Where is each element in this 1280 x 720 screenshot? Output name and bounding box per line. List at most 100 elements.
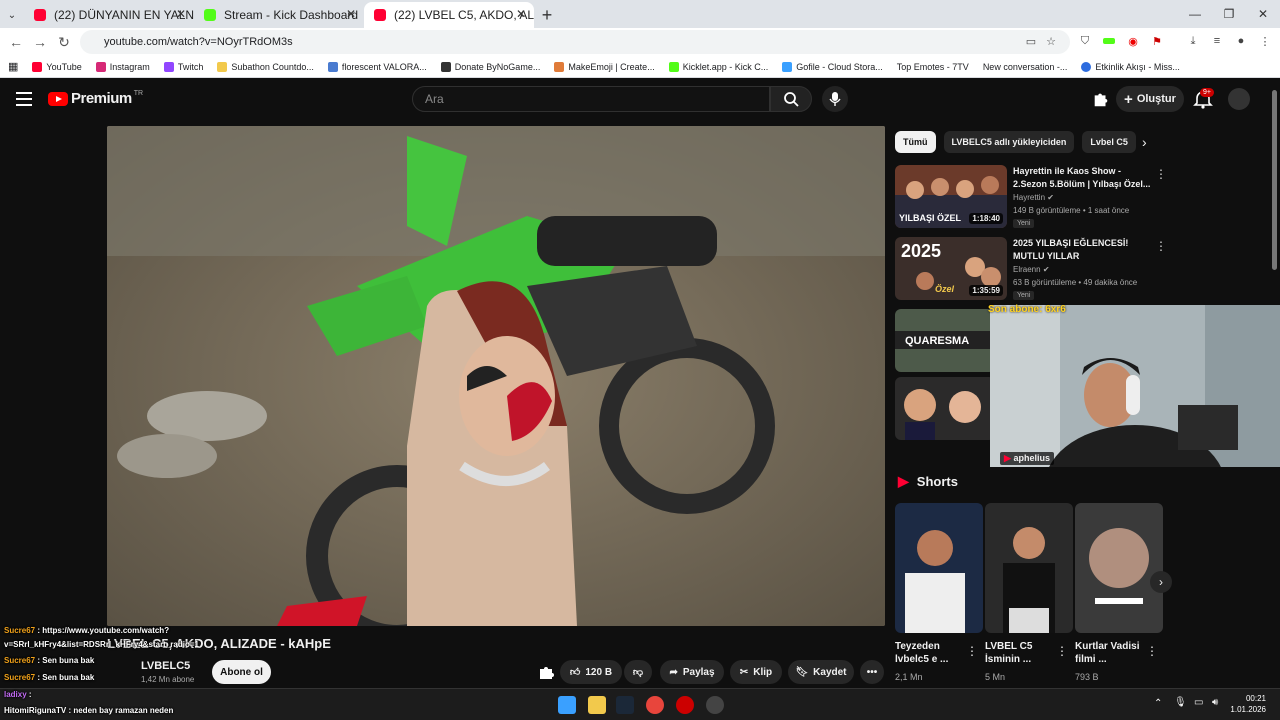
new-tab-icon[interactable]: + <box>534 2 560 28</box>
system-clock[interactable]: 00:21 1.01.2026 <box>1230 693 1266 715</box>
browser-tab-active[interactable]: (22) LVBEL C5, AKDO, ALIZA... ✕ <box>364 2 534 28</box>
short-title[interactable]: LVBEL C5 İsminin ... <box>985 640 1059 666</box>
related-meta: 149 B görüntüleme • 1 saat önce <box>1013 206 1130 215</box>
youtube-logo[interactable]: Premium TR <box>48 90 143 107</box>
more-vertical-icon[interactable]: ⋮ <box>966 644 978 658</box>
extension-puzzle-icon[interactable] <box>1092 90 1110 108</box>
url-field[interactable]: youtube.com/watch?v=NOyrTRdOM3s <box>80 30 1070 54</box>
more-vertical-icon[interactable]: ⋮ <box>1155 239 1167 253</box>
svg-text:YILBAŞI ÖZEL: YILBAŞI ÖZEL <box>899 213 962 223</box>
short-thumbnail[interactable] <box>895 503 983 633</box>
chip-lvbel[interactable]: Lvbel C5 <box>1082 131 1136 153</box>
chat-message: v=SRrl_kHFry4&list=RDSRrl_kHFry4&start_r… <box>4 640 199 649</box>
shorts-icon: ▶ <box>898 473 909 489</box>
like-button[interactable]: 👍︎ 120 B <box>560 660 622 684</box>
windows-start-icon[interactable] <box>558 696 576 714</box>
extension-puzzle-icon[interactable] <box>538 664 554 680</box>
bookmark-etkinlik[interactable]: Etkinlik Akışı - Miss... <box>1081 61 1180 72</box>
mic-tray-icon[interactable]: 🎙︎ <box>1174 697 1187 708</box>
close-tab-icon[interactable]: ✕ <box>346 7 356 21</box>
share-button[interactable]: ➦ Paylaş <box>660 660 724 684</box>
short-title[interactable]: Kurtlar Vadisi filmi ... <box>1075 640 1149 666</box>
green-extension-icon[interactable] <box>1100 32 1118 50</box>
maximize-icon[interactable]: ❐ <box>1212 0 1246 28</box>
kicklet-icon <box>668 61 679 72</box>
download-icon[interactable]: ⤓ <box>1184 32 1202 50</box>
bookmark-valorant[interactable]: florescent VALORA... <box>327 61 427 72</box>
twitch-icon <box>163 61 174 72</box>
more-vertical-icon[interactable]: ⋮ <box>1155 167 1167 181</box>
video-duration: 1:35:59 <box>969 285 1003 296</box>
chat-message: Sucre67 : https://www.youtube.com/watch? <box>4 626 170 635</box>
short-thumbnail[interactable] <box>985 503 1073 633</box>
close-tab-icon[interactable]: ✕ <box>176 7 186 21</box>
gear-icon <box>327 61 338 72</box>
bookmark-instagram[interactable]: Instagram <box>95 61 150 72</box>
bookmark-subathon[interactable]: Subathon Countdo... <box>217 61 314 72</box>
volume-icon[interactable]: 🔊︎ <box>1212 697 1218 708</box>
network-icon[interactable]: ▭ <box>1194 697 1203 708</box>
new-badge: Yeni <box>1013 291 1035 300</box>
bookmark-star-icon[interactable]: ☆ <box>1042 32 1060 50</box>
more-vertical-icon[interactable]: ⋮ <box>1146 644 1158 658</box>
chip-all[interactable]: Tümü <box>895 131 936 153</box>
bookmark-bynogame[interactable]: Donate ByNoGame... <box>440 61 540 72</box>
file-explorer-icon[interactable] <box>588 696 606 714</box>
steam-icon[interactable] <box>616 696 634 714</box>
chrome-icon[interactable] <box>646 696 664 714</box>
video-thumbnail[interactable]: QUARESMA <box>895 309 995 372</box>
cast-icon[interactable]: ▭ <box>1022 32 1040 50</box>
shield-extension-icon[interactable]: ⛉ <box>1076 32 1094 50</box>
related-channel: Hayrettin ✔ <box>1013 193 1054 202</box>
reload-icon[interactable]: ↻ <box>52 34 76 51</box>
red-extension-icon[interactable]: ⚑ <box>1148 32 1166 50</box>
media-control-icon[interactable]: ≡ <box>1208 32 1226 50</box>
tab-search-chevron-icon[interactable]: ⌄ <box>0 2 24 28</box>
bookmark-twitch[interactable]: Twitch <box>163 61 203 72</box>
search-button[interactable] <box>770 86 812 112</box>
short-thumbnail[interactable] <box>1075 503 1163 633</box>
video-thumbnail[interactable] <box>895 377 995 440</box>
save-button[interactable]: 🔖︎ Kaydet <box>788 660 854 684</box>
chevron-right-icon[interactable]: › <box>1142 134 1147 150</box>
obs-icon[interactable] <box>706 696 724 714</box>
create-button[interactable]: + Oluştur <box>1116 86 1184 112</box>
voice-search-button[interactable] <box>822 86 848 112</box>
chip-uploader[interactable]: LVBELC5 adlı yükleyiciden <box>943 131 1075 153</box>
menu-icon[interactable] <box>16 92 32 106</box>
channel-name[interactable]: LVBELC5 <box>141 660 190 672</box>
close-tab-icon[interactable]: ✕ <box>516 7 526 21</box>
bookmark-gofile[interactable]: Gofile - Cloud Stora... <box>782 61 883 72</box>
search-input[interactable]: Ara <box>412 86 770 112</box>
browser-menu-icon[interactable]: ⋮ <box>1256 32 1274 50</box>
windows-taskbar <box>0 688 1280 720</box>
bookmark-kicklet[interactable]: Kicklet.app - Kick C... <box>668 61 768 72</box>
account-avatar[interactable] <box>1228 88 1250 110</box>
bookmark-youtube[interactable]: YouTube <box>32 61 82 72</box>
related-video[interactable]: YILBAŞI ÖZEL 1:18:40 Hayrettin ile Kaos … <box>895 165 1175 229</box>
video-player[interactable] <box>107 126 885 626</box>
profile-icon[interactable]: ● <box>1232 32 1250 50</box>
bookmark-new-conversation[interactable]: New conversation -... <box>983 62 1068 72</box>
more-vertical-icon[interactable]: ⋮ <box>1056 644 1068 658</box>
browser-tab[interactable]: (22) DÜNYANIN EN YALNIZ EV... ✕ <box>24 2 194 28</box>
short-title[interactable]: Teyzeden lvbelc5 e ... <box>895 640 969 666</box>
bookmark-7tv[interactable]: Top Emotes - 7TV <box>897 62 969 72</box>
app-icon[interactable] <box>676 696 694 714</box>
forward-icon[interactable]: → <box>28 34 52 50</box>
back-icon[interactable]: ← <box>4 34 28 50</box>
page-scrollbar[interactable] <box>1272 90 1277 270</box>
minimize-icon[interactable]: — <box>1178 0 1212 28</box>
close-window-icon[interactable]: ✕ <box>1246 0 1280 28</box>
dislike-button[interactable]: 👎︎ <box>624 660 652 684</box>
bookmark-makeemoji[interactable]: MakeEmoji | Create... <box>554 61 655 72</box>
more-actions-button[interactable]: ••• <box>860 660 884 684</box>
clip-button[interactable]: ✂ Klip <box>730 660 782 684</box>
opera-extension-icon[interactable]: ◉ <box>1124 32 1142 50</box>
apps-grid-icon[interactable]: ▦ <box>8 60 18 73</box>
browser-tab[interactable]: Stream - Kick Dashboard ✕ <box>194 2 364 28</box>
tray-chevron-icon[interactable]: ⌃ <box>1154 698 1162 709</box>
shorts-next-button[interactable]: › <box>1150 571 1172 593</box>
subscribe-button[interactable]: Abone ol <box>212 660 271 684</box>
related-video[interactable]: 2025 Özel 1:35:59 2025 YILBAŞI EĞLENCESİ!… <box>895 237 1175 301</box>
